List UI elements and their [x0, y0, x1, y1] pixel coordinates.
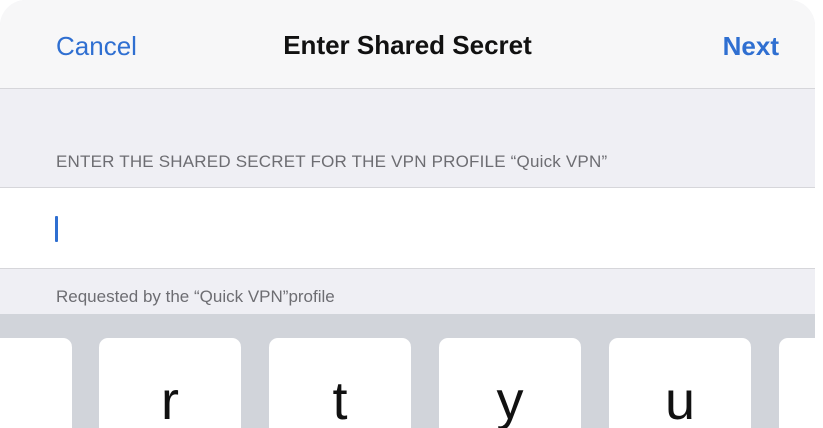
- text-cursor: [55, 216, 58, 242]
- shared-secret-input[interactable]: [52, 208, 796, 250]
- key-label: r: [161, 371, 179, 428]
- navigation-bar: Cancel Enter Shared Secret Next: [0, 0, 815, 89]
- key-label: u: [664, 371, 696, 428]
- keyboard-key-partial-left[interactable]: [0, 338, 72, 428]
- key-label: t: [332, 371, 348, 428]
- keyboard-key-t[interactable]: t: [269, 338, 411, 428]
- keyboard-key-partial-right[interactable]: [779, 338, 815, 428]
- section-footer: Requested by the “Quick VPN”profile: [56, 287, 335, 306]
- section-header: ENTER THE SHARED SECRET FOR THE VPN PROF…: [56, 152, 608, 171]
- next-button[interactable]: Next: [723, 31, 779, 62]
- key-label: y: [496, 371, 524, 428]
- shared-secret-row[interactable]: [0, 187, 815, 269]
- on-screen-keyboard: r t y u: [0, 314, 815, 428]
- screen: Cancel Enter Shared Secret Next ENTER TH…: [0, 0, 823, 428]
- keyboard-key-y[interactable]: y: [439, 338, 581, 428]
- keyboard-key-r[interactable]: r: [99, 338, 241, 428]
- keyboard-key-u[interactable]: u: [609, 338, 751, 428]
- vpn-secret-sheet: Cancel Enter Shared Secret Next ENTER TH…: [0, 0, 815, 428]
- page-title: Enter Shared Secret: [283, 30, 532, 60]
- right-edge: [815, 0, 823, 428]
